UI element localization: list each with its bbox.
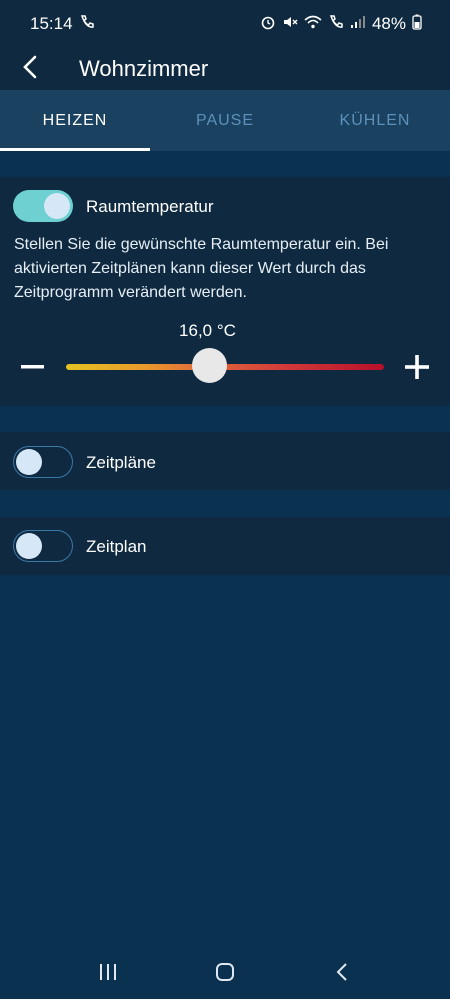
minus-icon <box>21 365 44 369</box>
call-icon <box>79 14 95 35</box>
status-right: 48% <box>260 14 422 35</box>
status-bar: 15:14 48% <box>0 0 450 48</box>
tab-pause[interactable]: PAUSE <box>150 90 300 151</box>
alarm-icon <box>260 14 276 35</box>
battery-icon <box>412 14 422 35</box>
toggle-knob <box>16 532 42 559</box>
tab-heizen[interactable]: HEIZEN <box>0 90 150 151</box>
schedules-toggle[interactable] <box>13 446 73 478</box>
temperature-slider-thumb[interactable] <box>191 348 227 383</box>
home-icon <box>215 963 234 981</box>
room-temperature-description: Stellen Sie die gewünschte Raumtemperatu… <box>14 236 389 301</box>
app-bar: Wohnzimmer <box>0 48 450 90</box>
schedules-label: Zeitpläne <box>86 453 156 472</box>
recent-apps-icon <box>100 964 117 980</box>
schedules-section: Zeitpläne <box>0 432 450 490</box>
tab-kuehlen[interactable]: KÜHLEN <box>300 90 450 151</box>
plus-icon <box>405 355 429 379</box>
room-temperature-section: Raumtemperatur Stellen Sie die gewünscht… <box>0 177 450 406</box>
system-navigation-bar <box>0 945 450 999</box>
increase-temperature-button[interactable] <box>405 355 429 384</box>
room-temperature-label: Raumtemperatur <box>86 197 214 216</box>
decrease-temperature-button[interactable] <box>21 355 44 383</box>
mode-tabs: HEIZEN PAUSE KÜHLEN <box>0 90 450 151</box>
back-button[interactable] <box>0 48 60 90</box>
home-button[interactable] <box>205 952 245 992</box>
status-time: 15:14 <box>30 14 73 33</box>
temperature-value: 16,0 °C <box>179 321 236 340</box>
page-title: Wohnzimmer <box>79 56 209 81</box>
room-temperature-toggle[interactable] <box>13 190 73 222</box>
toggle-knob <box>44 193 70 219</box>
status-left: 15:14 <box>30 14 95 35</box>
schedule-section: Zeitplan <box>0 517 450 575</box>
schedule-toggle[interactable] <box>13 530 73 562</box>
recent-apps-button[interactable] <box>88 952 128 992</box>
signal-icon <box>350 14 366 35</box>
mute-icon <box>282 14 298 35</box>
toggle-knob <box>16 448 42 475</box>
schedule-label: Zeitplan <box>86 537 147 556</box>
system-back-icon <box>336 963 347 981</box>
battery-percent: 48% <box>371 14 406 33</box>
wifi-icon <box>304 14 322 35</box>
wifi-call-icon <box>328 14 344 35</box>
back-arrow-icon <box>22 55 38 84</box>
system-back-button[interactable] <box>322 952 362 992</box>
